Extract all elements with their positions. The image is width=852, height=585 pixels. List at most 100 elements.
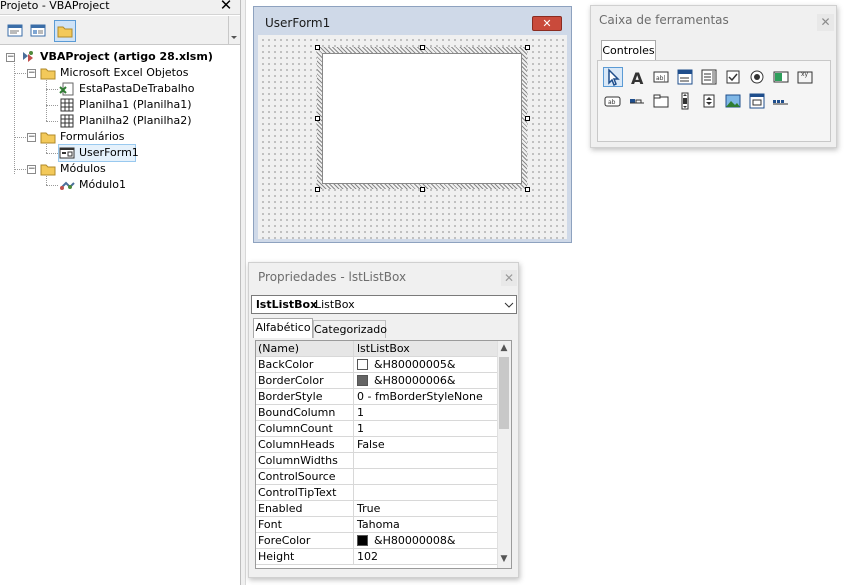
folder-icon <box>40 164 56 176</box>
properties-title: Propriedades - lstListBox <box>258 270 407 284</box>
property-row[interactable]: (Name) lstListBox <box>256 341 497 357</box>
combobox-tool[interactable] <box>675 67 695 87</box>
scroll-thumb[interactable] <box>499 357 509 429</box>
tree-item-modules[interactable]: Módulos <box>40 161 230 177</box>
property-value[interactable]: 0 - fmBorderStyleNone <box>357 389 483 404</box>
property-row[interactable]: ColumnWidths <box>256 453 497 469</box>
resize-handle[interactable] <box>420 45 425 50</box>
extra-control-tool[interactable] <box>771 91 791 111</box>
folder-icon <box>40 68 56 80</box>
optionbutton-tool[interactable] <box>747 67 767 87</box>
refedit-icon <box>749 93 765 109</box>
tree-item-label: Microsoft Excel Objetos <box>60 66 189 79</box>
tabstrip-tool[interactable] <box>627 91 647 111</box>
scroll-down-icon[interactable]: ▼ <box>497 552 511 566</box>
property-row[interactable]: Font Tahoma <box>256 517 497 533</box>
resize-handle[interactable] <box>315 45 320 50</box>
resize-handle[interactable] <box>315 187 320 192</box>
tree-item-sheet2[interactable]: Planilha2 (Planilha2) <box>59 113 229 129</box>
color-swatch <box>357 535 368 546</box>
property-row[interactable]: ControlSource <box>256 469 497 485</box>
resize-handle[interactable] <box>525 187 530 192</box>
scrollbar-tool[interactable] <box>675 91 695 111</box>
tree-item-label: Planilha2 (Planilha2) <box>79 114 192 127</box>
worksheet-icon <box>60 98 74 112</box>
commandbutton-tool[interactable]: ab <box>603 91 623 111</box>
property-row[interactable]: ColumnHeads False <box>256 437 497 453</box>
property-row[interactable]: BorderStyle 0 - fmBorderStyleNone <box>256 389 497 405</box>
tree-item-forms[interactable]: Formulários <box>40 129 230 145</box>
chevron-down-icon[interactable] <box>502 296 516 313</box>
resize-handle[interactable] <box>525 116 530 121</box>
close-icon[interactable]: ✕ <box>817 14 834 31</box>
collapse-excel-objects-toggle[interactable]: − <box>27 69 36 78</box>
property-row[interactable]: ForeColor &H80000008& <box>256 533 497 549</box>
label-tool[interactable]: A <box>627 67 647 88</box>
resize-handle[interactable] <box>525 45 530 50</box>
togglebutton-tool[interactable] <box>771 67 791 87</box>
multipage-tool[interactable] <box>651 91 671 111</box>
close-icon[interactable]: ✕ <box>501 270 517 286</box>
column-divider <box>353 501 354 517</box>
close-icon[interactable]: ✕ <box>218 0 234 13</box>
resize-handle[interactable] <box>420 187 425 192</box>
resize-handle[interactable] <box>315 116 320 121</box>
tree-item-vbaproject[interactable]: VBAProject (artigo 28.xlsm) <box>20 49 230 65</box>
property-row[interactable]: ControlTipText <box>256 485 497 501</box>
property-value[interactable]: &H80000006& <box>374 373 455 388</box>
tab-categorizado[interactable]: Categorizado <box>313 320 387 338</box>
property-value[interactable]: False <box>357 437 385 452</box>
object-name: lstListBox <box>256 298 318 311</box>
toolbar-scroll[interactable] <box>228 16 239 44</box>
property-row[interactable]: BoundColumn 1 <box>256 405 497 421</box>
property-name: BackColor <box>258 358 314 371</box>
property-row[interactable]: Height 102 <box>256 549 497 565</box>
tree-item-label: Formulários <box>60 130 125 143</box>
listbox-icon <box>701 69 717 85</box>
scrollbar-icon <box>681 92 689 110</box>
collapse-forms-toggle[interactable]: − <box>27 133 36 142</box>
tab-alfabetico[interactable]: Alfabético <box>253 318 313 338</box>
userform-canvas[interactable] <box>258 35 567 239</box>
property-value[interactable]: Tahoma <box>357 517 400 532</box>
listbox-tool[interactable] <box>699 67 719 87</box>
frame-tool[interactable]: xy <box>795 67 815 87</box>
tree-item-excel-objects[interactable]: Microsoft Excel Objetos <box>40 65 230 81</box>
view-code-button[interactable] <box>4 20 26 42</box>
close-icon[interactable]: ✕ <box>532 16 562 31</box>
column-divider <box>353 357 354 373</box>
collapse-root-toggle[interactable]: − <box>6 53 15 62</box>
color-swatch <box>357 375 368 386</box>
listbox-control[interactable] <box>322 53 522 184</box>
collapse-modules-toggle[interactable]: − <box>27 165 36 174</box>
refedit-tool[interactable] <box>747 91 767 111</box>
property-value[interactable]: 1 <box>357 421 364 436</box>
property-value[interactable]: True <box>357 501 380 516</box>
object-selector-dropdown[interactable]: lstListBox ListBox <box>251 295 517 314</box>
spinbutton-tool[interactable] <box>699 91 719 111</box>
tree-item-label: Módulos <box>60 162 106 175</box>
scroll-up-icon[interactable]: ▲ <box>497 341 511 355</box>
property-row[interactable]: Enabled True <box>256 501 497 517</box>
property-value[interactable]: &H80000008& <box>374 533 455 548</box>
toggle-folders-button[interactable] <box>54 20 76 42</box>
property-value[interactable]: 1 <box>357 405 364 420</box>
checkbox-tool[interactable] <box>723 67 743 87</box>
property-value[interactable]: lstListBox <box>357 341 410 356</box>
tree-item-this-workbook[interactable]: EstaPastaDeTrabalho <box>59 81 229 97</box>
textbox-tool[interactable]: ab| <box>651 67 671 87</box>
tree-item-userform1[interactable]: UserForm1 <box>58 144 139 162</box>
property-row[interactable]: BackColor &H80000005& <box>256 357 497 373</box>
tree-item-module1[interactable]: Módulo1 <box>59 177 229 193</box>
view-object-button[interactable] <box>27 20 49 42</box>
project-explorer-title: Projeto - VBAProject <box>0 0 110 12</box>
select-objects-tool[interactable] <box>603 67 623 87</box>
column-divider <box>353 341 354 357</box>
tab-controles[interactable]: Controles <box>601 40 656 61</box>
property-row[interactable]: ColumnCount 1 <box>256 421 497 437</box>
tree-item-sheet1[interactable]: Planilha1 (Planilha1) <box>59 97 229 113</box>
image-tool[interactable] <box>723 91 743 111</box>
property-row[interactable]: BorderColor &H80000006& <box>256 373 497 389</box>
property-value[interactable]: 102 <box>357 549 378 564</box>
property-value[interactable]: &H80000005& <box>374 357 455 372</box>
